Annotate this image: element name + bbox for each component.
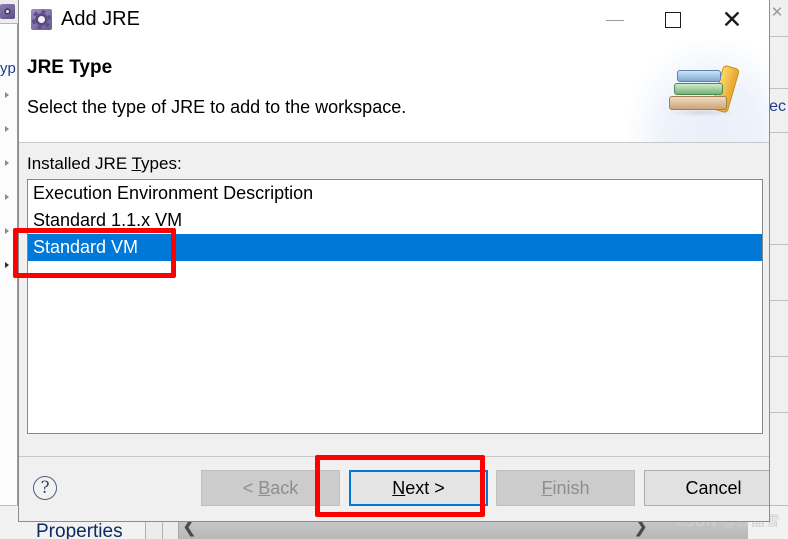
- list-item[interactable]: Standard VM: [28, 234, 762, 261]
- gear-icon: [31, 9, 52, 30]
- page-title: JRE Type: [27, 57, 113, 78]
- list-item[interactable]: Standard 1.1.x VM: [28, 207, 762, 234]
- chevron-right-icon[interactable]: [5, 262, 9, 268]
- background-left-panel-label: yp: [0, 60, 16, 77]
- minimize-button[interactable]: [593, 0, 639, 32]
- maximize-button[interactable]: [651, 0, 697, 32]
- back-suffix: ack: [270, 477, 299, 498]
- cancel-suffix: Cancel: [685, 477, 742, 498]
- chevron-right-icon[interactable]: [5, 92, 9, 98]
- help-button[interactable]: ?: [33, 476, 57, 500]
- background-left-panel-header: [0, 0, 18, 24]
- page-description: Select the type of JRE to add to the wor…: [27, 97, 407, 117]
- back-mnemonic: B: [258, 477, 271, 498]
- chevron-right-icon[interactable]: [5, 126, 9, 132]
- add-jre-dialog: Add JRE ✕ JRE Type Select the type of JR…: [18, 0, 770, 522]
- chevron-right-icon[interactable]: [5, 228, 9, 234]
- book-green: [674, 83, 723, 95]
- books-icon: [667, 64, 751, 118]
- finish-suffix: inish: [552, 477, 590, 498]
- minimize-icon: [606, 20, 624, 21]
- book-tan: [669, 96, 727, 110]
- close-icon: ✕: [721, 5, 743, 34]
- dialog-header: JRE Type Select the type of JRE to add t…: [19, 40, 769, 143]
- dialog-titlebar: Add JRE ✕: [19, 0, 769, 40]
- chevron-right-icon[interactable]: [5, 194, 9, 200]
- book-blue: [677, 70, 721, 82]
- dialog-footer: ? < Back Next > Finish Cancel: [19, 456, 769, 521]
- next-suffix: ext >: [405, 477, 445, 498]
- next-mnemonic: N: [392, 477, 406, 498]
- background-tab-properties[interactable]: Properties: [36, 521, 123, 539]
- back-button[interactable]: < Back: [201, 470, 340, 506]
- cancel-button[interactable]: Cancel: [644, 470, 769, 506]
- close-glyph[interactable]: ✕: [770, 5, 784, 20]
- gear-icon: [0, 4, 15, 19]
- dialog-title: Add JRE: [61, 8, 140, 30]
- finish-button[interactable]: Finish: [496, 470, 635, 506]
- installed-jre-types-label: Installed JRE Types:: [27, 154, 182, 174]
- installed-jre-types-list[interactable]: Execution Environment Description Standa…: [27, 179, 763, 434]
- back-prefix: <: [242, 477, 259, 498]
- screenshot-root: yp close-icon ✕ ec Properties ❮: [0, 0, 788, 539]
- close-button[interactable]: ✕: [709, 0, 755, 34]
- header-banner: [629, 40, 769, 142]
- finish-mnemonic: F: [541, 477, 553, 498]
- next-button[interactable]: Next >: [349, 470, 488, 506]
- background-right-panel-text: ec: [769, 98, 786, 115]
- background-left-tree-panel[interactable]: yp: [0, 0, 18, 522]
- label-prefix: Installed JRE: [27, 154, 132, 173]
- maximize-icon: [665, 12, 681, 28]
- label-mnemonic: T: [131, 154, 142, 173]
- chevron-right-icon[interactable]: [5, 160, 9, 166]
- list-item[interactable]: Execution Environment Description: [28, 180, 762, 207]
- label-suffix: ypes:: [141, 154, 182, 173]
- dialog-body: Installed JRE Types: Execution Environme…: [19, 143, 769, 456]
